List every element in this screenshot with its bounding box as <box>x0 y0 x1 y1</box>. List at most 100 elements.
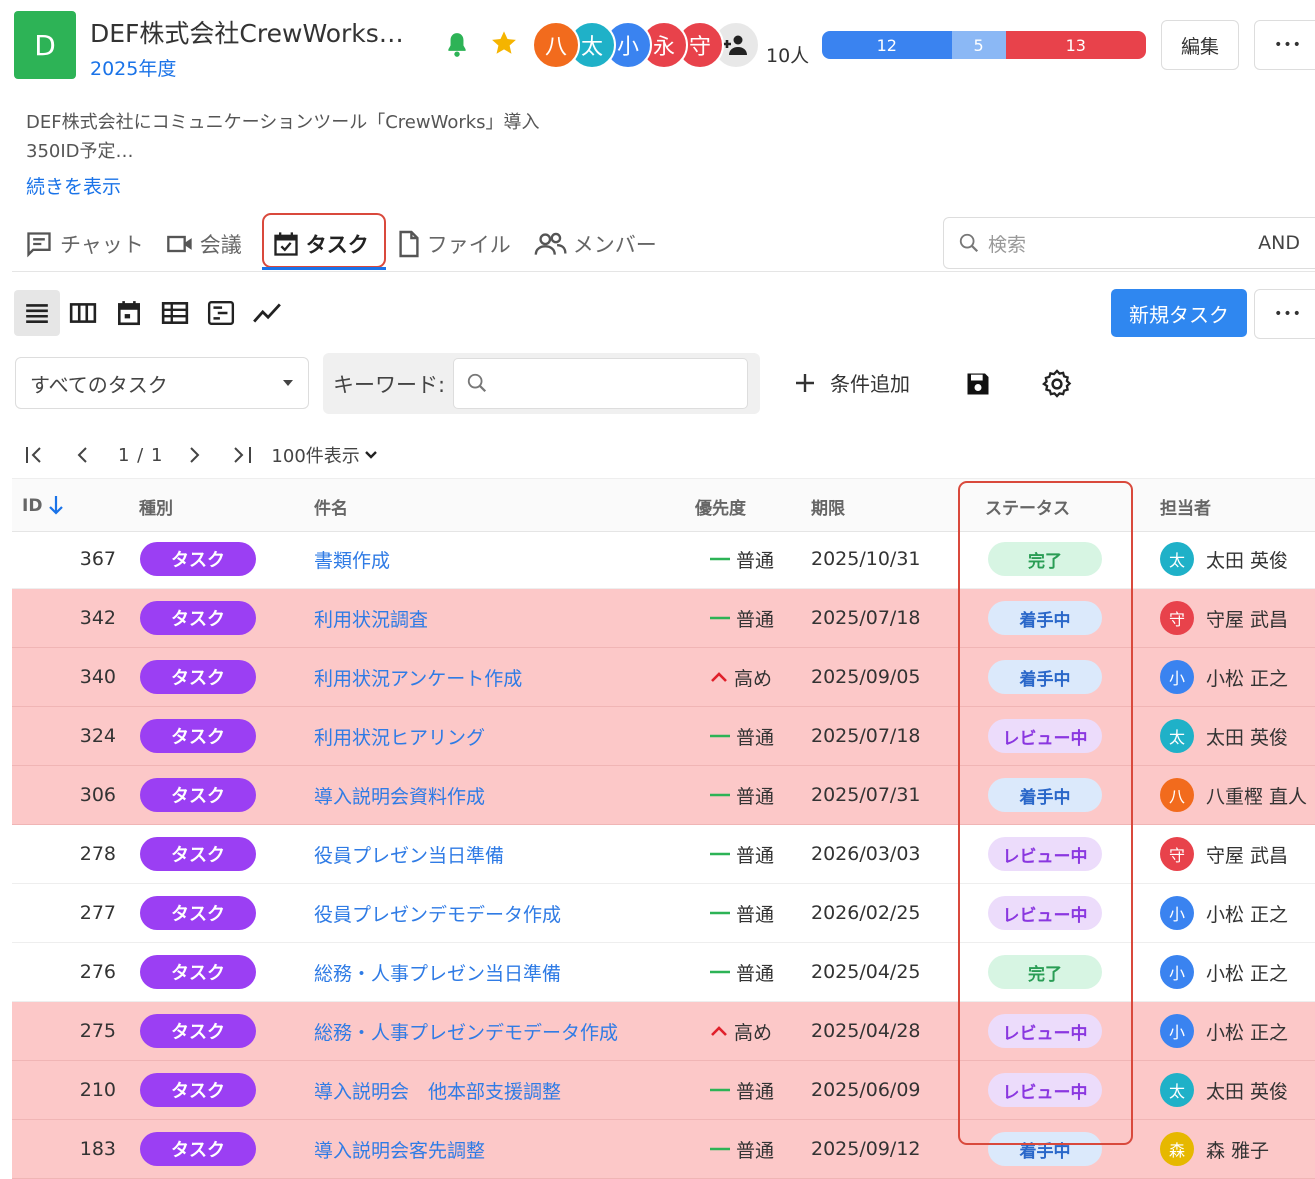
type-cell: タスク <box>140 707 256 765</box>
task-name-link[interactable]: 総務・人事プレゼン当日準備 <box>314 943 561 1001</box>
search-icon <box>467 373 487 393</box>
dash-icon <box>710 793 730 797</box>
edit-button[interactable]: 編集 <box>1161 20 1239 70</box>
gear-icon[interactable] <box>1042 369 1072 399</box>
chevron-left-icon <box>77 447 87 463</box>
assignee-cell[interactable]: 守守屋 武昌 <box>1160 589 1288 647</box>
avatar: 太 <box>1160 1073 1194 1107</box>
task-name-link[interactable]: 利用状況アンケート作成 <box>314 648 522 706</box>
bell-icon[interactable] <box>444 31 470 59</box>
board-view-button[interactable] <box>60 290 106 336</box>
columns-icon <box>69 303 97 323</box>
avatar: 八 <box>1160 778 1194 812</box>
priority-label: 高め <box>734 667 773 690</box>
avatar: 小 <box>1160 1014 1194 1048</box>
calendar-view-button[interactable] <box>106 290 152 336</box>
column-header-assignee[interactable]: 担当者 <box>1160 494 1211 519</box>
priority-cell: 普通 <box>710 530 774 588</box>
priority-label: 普通 <box>736 1139 775 1162</box>
due-date: 2025/07/31 <box>811 784 921 806</box>
member-avatars[interactable]: 八太小永守 <box>532 21 760 69</box>
chevron-right-icon <box>190 447 200 463</box>
keyword-input[interactable] <box>453 358 748 409</box>
tab-file[interactable]: ファイル <box>397 229 511 259</box>
table-view-button[interactable] <box>152 290 198 336</box>
table-icon <box>161 302 189 324</box>
tab-chat[interactable]: チャット <box>24 229 144 259</box>
add-condition-button[interactable]: 条件追加 <box>794 368 910 397</box>
task-id: 275 <box>79 1020 116 1042</box>
per-page-label: 100件表示 <box>271 446 360 467</box>
column-header-name[interactable]: 件名 <box>314 494 348 519</box>
priority-cell: 普通 <box>710 1061 774 1119</box>
column-header-id[interactable]: ID <box>22 494 64 516</box>
task-name-link[interactable]: 導入説明会資料作成 <box>314 766 485 824</box>
save-icon[interactable] <box>964 370 992 398</box>
assignee-name: 守屋 武昌 <box>1206 608 1289 631</box>
column-header-type[interactable]: 種別 <box>139 494 173 519</box>
assignee-cell[interactable]: 小小松 正之 <box>1160 943 1288 1001</box>
assignee-name: 小松 正之 <box>1206 903 1289 926</box>
task-name-link[interactable]: 役員プレゼン当日準備 <box>314 825 504 883</box>
task-filter-select[interactable]: すべてのタスク <box>15 357 309 409</box>
priority-label: 高め <box>734 1021 773 1044</box>
priority-label: 普通 <box>736 844 775 867</box>
task-id: 367 <box>79 548 116 570</box>
task-name-link[interactable]: 役員プレゼンデモデータ作成 <box>314 884 561 942</box>
priority-cell: 普通 <box>710 884 774 942</box>
project-year[interactable]: 2025年度 <box>90 54 176 81</box>
assignee-cell[interactable]: 小小松 正之 <box>1160 648 1288 706</box>
type-badge: タスク <box>140 660 256 694</box>
avatar: 小 <box>1160 660 1194 694</box>
search-input[interactable]: 検索 AND <box>943 217 1315 269</box>
search-mode[interactable]: AND <box>1258 232 1300 254</box>
chart-view-button[interactable] <box>244 290 290 336</box>
plus-icon <box>796 373 814 392</box>
task-name-link[interactable]: 書類作成 <box>314 530 390 588</box>
description-line: DEF株式会社にコミュニケーションツール「CrewWorks」導入 <box>26 112 540 133</box>
assignee-cell[interactable]: 太太田 英俊 <box>1160 707 1288 765</box>
assignee-cell[interactable]: 八八重樫 直人 <box>1160 766 1307 824</box>
task-id: 183 <box>79 1138 116 1160</box>
task-name-link[interactable]: 利用状況調査 <box>314 589 428 647</box>
chevron-down-icon <box>364 451 377 459</box>
list-view-button[interactable] <box>14 290 60 336</box>
priority-cell: 普通 <box>710 707 774 765</box>
assignee-cell[interactable]: 守守屋 武昌 <box>1160 825 1288 883</box>
tab-member[interactable]: メンバー <box>533 229 657 259</box>
status-column-highlight-annotation <box>958 481 1133 1145</box>
member-avatar[interactable]: 八 <box>532 21 580 69</box>
gantt-view-button[interactable] <box>198 290 244 336</box>
priority-cell: 普通 <box>710 766 774 824</box>
star-icon[interactable] <box>490 29 518 57</box>
task-name-link[interactable]: 導入説明会 他本部支援調整 <box>314 1061 561 1119</box>
column-header-due[interactable]: 期限 <box>811 494 845 519</box>
assignee-cell[interactable]: 太太田 英俊 <box>1160 530 1288 588</box>
project-title[interactable]: DEF株式会社CrewWorks… <box>90 14 404 50</box>
show-more-link[interactable]: 続きを表示 <box>26 172 121 199</box>
prev-page-button[interactable] <box>74 445 90 465</box>
type-badge: タスク <box>140 1073 256 1107</box>
project-logo: D <box>14 11 76 79</box>
new-task-button[interactable]: 新規タスク <box>1111 289 1247 337</box>
first-page-button[interactable] <box>24 445 46 465</box>
assignee-name: 八重樫 直人 <box>1206 785 1308 808</box>
assignee-cell[interactable]: 小小松 正之 <box>1160 1002 1288 1060</box>
dash-icon <box>710 1088 730 1092</box>
last-page-icon <box>234 447 252 463</box>
task-name-link[interactable]: 利用状況ヒアリング <box>314 707 485 765</box>
more-options-button[interactable]: ••• <box>1254 20 1315 70</box>
tab-meeting[interactable]: 会議 <box>166 229 242 259</box>
assignee-cell[interactable]: 森森 雅子 <box>1160 1120 1269 1178</box>
assignee-cell[interactable]: 小小松 正之 <box>1160 884 1288 942</box>
last-page-button[interactable] <box>231 445 253 465</box>
more-options-button[interactable]: ••• <box>1254 289 1315 339</box>
per-page-select[interactable]: 100件表示 <box>271 442 377 468</box>
next-page-button[interactable] <box>187 445 203 465</box>
column-header-priority[interactable]: 優先度 <box>695 494 746 519</box>
assignee-cell[interactable]: 太太田 英俊 <box>1160 1061 1288 1119</box>
calendar-icon <box>118 301 140 326</box>
type-cell: タスク <box>140 766 256 824</box>
task-name-link[interactable]: 総務・人事プレゼンデモデータ作成 <box>314 1002 618 1060</box>
task-name-link[interactable]: 導入説明会客先調整 <box>314 1120 485 1178</box>
